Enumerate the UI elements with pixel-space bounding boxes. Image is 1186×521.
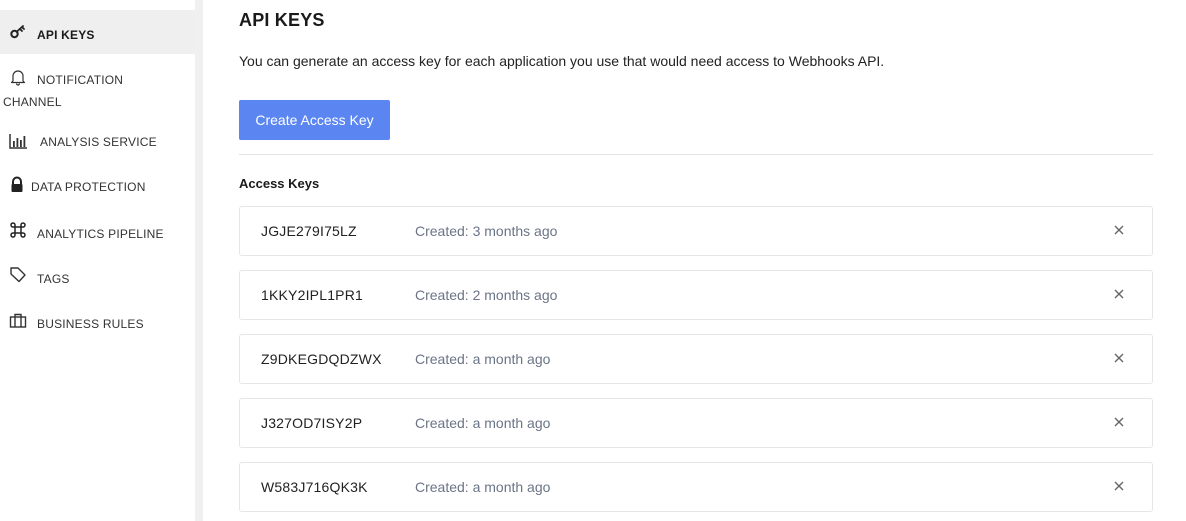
divider: [239, 154, 1153, 155]
command-icon: [9, 221, 27, 239]
sidebar: API KEYS NOTIFICATION CHANNEL ANALYSIS S…: [0, 0, 195, 521]
create-access-key-button[interactable]: Create Access Key: [239, 100, 390, 140]
bar-chart-icon: [9, 132, 27, 150]
access-key-id: J327OD7ISY2P: [261, 415, 363, 431]
sidebar-item-tags[interactable]: TAGS: [0, 258, 195, 302]
access-key-created: Created: a month ago: [415, 479, 551, 495]
sidebar-item-label: TAGS: [37, 272, 70, 286]
access-key-row: JGJE279I75LZ Created: 3 months ago: [239, 206, 1153, 256]
access-key-created: Created: 2 months ago: [415, 287, 558, 303]
close-icon: [1114, 225, 1124, 235]
tag-icon: [9, 266, 27, 284]
page-title: API KEYS: [239, 10, 325, 30]
access-key-row: J327OD7ISY2P Created: a month ago: [239, 398, 1153, 448]
sidebar-item-label-line2: CHANNEL: [3, 95, 62, 109]
close-icon: [1114, 353, 1124, 363]
sidebar-item-label: DATA PROTECTION: [31, 180, 146, 194]
lock-icon: [8, 176, 26, 194]
access-key-row: Z9DKEGDQDZWX Created: a month ago: [239, 334, 1153, 384]
bell-icon: [9, 68, 27, 86]
close-icon: [1114, 289, 1124, 299]
access-key-id: W583J716QK3K: [261, 479, 368, 495]
access-key-id: 1KKY2IPL1PR1: [261, 287, 364, 303]
close-icon: [1114, 417, 1124, 427]
sidebar-item-label: NOTIFICATION: [37, 73, 124, 87]
sidebar-item-label: ANALYSIS SERVICE: [40, 135, 157, 149]
delete-key-button[interactable]: [1112, 287, 1126, 301]
sidebar-item-label: API KEYS: [37, 28, 95, 42]
access-key-created: Created: a month ago: [415, 415, 551, 431]
delete-key-button[interactable]: [1112, 479, 1126, 493]
delete-key-button[interactable]: [1112, 415, 1126, 429]
sidebar-item-notification-channel[interactable]: NOTIFICATION CHANNEL: [0, 58, 195, 114]
sidebar-item-api-keys[interactable]: API KEYS: [0, 10, 195, 54]
delete-key-button[interactable]: [1112, 223, 1126, 237]
delete-key-button[interactable]: [1112, 351, 1126, 365]
access-key-row: W583J716QK3K Created: a month ago: [239, 462, 1153, 512]
access-key-row: 1KKY2IPL1PR1 Created: 2 months ago: [239, 270, 1153, 320]
sidebar-item-data-protection[interactable]: DATA PROTECTION: [0, 166, 195, 210]
close-icon: [1114, 481, 1124, 491]
access-key-id: JGJE279I75LZ: [261, 223, 357, 239]
page-description: You can generate an access key for each …: [239, 53, 885, 69]
briefcase-icon: [9, 312, 27, 330]
access-keys-heading: Access Keys: [239, 176, 320, 191]
sidebar-item-label: ANALYTICS PIPELINE: [37, 227, 164, 241]
key-icon: [9, 23, 27, 41]
sidebar-scrollbar[interactable]: [195, 0, 203, 521]
access-key-id: Z9DKEGDQDZWX: [261, 351, 382, 367]
sidebar-item-business-rules[interactable]: BUSINESS RULES: [0, 303, 195, 347]
sidebar-item-analysis-service[interactable]: ANALYSIS SERVICE: [0, 120, 195, 164]
access-key-created: Created: a month ago: [415, 351, 551, 367]
access-key-created: Created: 3 months ago: [415, 223, 558, 239]
sidebar-item-analytics-pipeline[interactable]: ANALYTICS PIPELINE: [0, 212, 195, 256]
sidebar-item-label: BUSINESS RULES: [37, 317, 144, 331]
